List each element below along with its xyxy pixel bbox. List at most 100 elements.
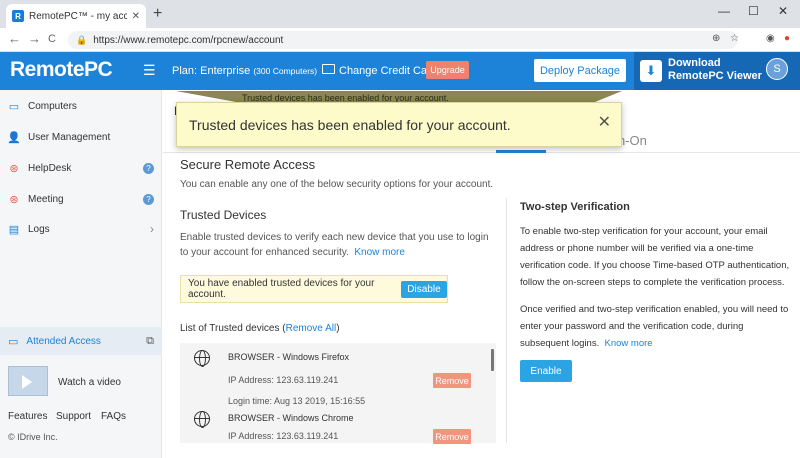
footer-link-faqs[interactable]: FAQs: [101, 411, 126, 422]
deploy-package-button[interactable]: Deploy Package: [534, 59, 626, 82]
trusted-desc-text: Enable trusted devices to verify each ne…: [180, 232, 489, 258]
tab-active-indicator[interactable]: [496, 150, 546, 153]
tab-divider: [163, 152, 800, 153]
copyright: © IDrive Inc.: [8, 432, 58, 442]
user-icon: 👤: [7, 131, 21, 144]
browser-tab[interactable]: R RemotePC™ - my account informa ✕: [6, 4, 146, 28]
plan-info: Plan: Enterprise (300 Computers): [172, 65, 317, 77]
device-login-time: Login time: Aug 13 2019, 15:16:55: [228, 396, 366, 406]
trusted-devices-title: Trusted Devices: [180, 208, 267, 222]
sidebar-item-user-management[interactable]: 👤 User Management: [7, 127, 154, 147]
remove-device-button[interactable]: Remove: [433, 373, 471, 388]
section-description: You can enable any one of the below secu…: [180, 179, 494, 190]
url-field[interactable]: 🔒 https://www.remotepc.com/rpcnew/accoun…: [68, 31, 738, 49]
remove-device-button[interactable]: Remove: [433, 429, 471, 444]
chevron-right-icon: ›: [150, 222, 154, 236]
forward-icon[interactable]: →: [28, 31, 41, 46]
extension-icon[interactable]: ●: [784, 33, 790, 44]
sidebar-item-attended-access[interactable]: ▭ Attended Access ⧉: [0, 327, 162, 355]
tab-single-sign-on[interactable]: n-On: [618, 133, 647, 148]
remotepc-logo[interactable]: RemotePC: [10, 58, 113, 82]
trusted-enabled-text: You have enabled trusted devices for you…: [188, 278, 375, 300]
profile-icon[interactable]: ◉: [766, 33, 775, 44]
trusted-enabled-notice: You have enabled trusted devices for you…: [180, 275, 448, 303]
list-title-text: List of Trusted devices (: [180, 323, 286, 334]
minimize-icon[interactable]: —: [718, 4, 730, 18]
help-icon[interactable]: ?: [143, 162, 154, 174]
download-icon: ⬇: [640, 60, 662, 82]
sidebar-item-label: Meeting: [28, 193, 64, 205]
sidebar-item-label: User Management: [28, 131, 111, 143]
download-line2: RemotePC Viewer: [668, 70, 762, 82]
device-ip: IP Address: 123.63.119.241: [228, 431, 339, 441]
sidebar-item-helpdesk[interactable]: ⊛ HelpDesk ?: [8, 158, 154, 178]
upgrade-button[interactable]: Upgrade: [426, 61, 469, 79]
sidebar-item-label: HelpDesk: [28, 162, 72, 174]
footer-link-support[interactable]: Support: [56, 411, 91, 422]
trusted-devices-description: Enable trusted devices to verify each ne…: [180, 230, 490, 260]
avatar[interactable]: S: [766, 58, 788, 80]
monitor-icon: ▭: [8, 335, 19, 348]
two-step-note: Once verified and two-step verification …: [520, 301, 792, 352]
enable-button[interactable]: Enable: [520, 360, 572, 382]
list-item: BROWSER - Windows Firefox IP Address: 12…: [194, 350, 494, 406]
sidebar-item-label: Computers: [28, 100, 77, 112]
new-tab-icon[interactable]: +: [153, 5, 162, 23]
bookmark-star-icon[interactable]: ☆: [730, 33, 739, 44]
disable-button[interactable]: Disable: [400, 280, 447, 298]
reload-icon[interactable]: C: [48, 33, 56, 45]
list-item: BROWSER - Windows Chrome IP Address: 123…: [194, 411, 494, 444]
two-step-description: To enable two-step verification for your…: [520, 226, 790, 288]
external-link-icon[interactable]: ⧉: [146, 335, 162, 348]
back-icon[interactable]: ←: [8, 31, 21, 46]
device-ip: IP Address: 123.63.119.241: [228, 375, 339, 385]
device-name: BROWSER - Windows Chrome: [228, 413, 354, 423]
list-title-end: ): [336, 323, 340, 334]
tab-close-icon[interactable]: ✕: [132, 11, 140, 22]
sidebar-item-label: Attended Access: [26, 335, 101, 347]
tab-title: RemotePC™ - my account informa: [29, 10, 127, 22]
video-thumbnail[interactable]: [8, 366, 48, 396]
toast-notification: Trusted devices has been enabled for you…: [176, 102, 622, 147]
footer-link-features[interactable]: Features: [8, 411, 47, 422]
toast-message: Trusted devices has been enabled for you…: [189, 117, 511, 133]
download-line1: Download: [668, 57, 721, 69]
credit-card-icon[interactable]: [322, 64, 335, 74]
remove-all-link[interactable]: Remove All: [286, 323, 337, 334]
device-name: BROWSER - Windows Firefox: [228, 352, 350, 362]
two-step-note-text: Once verified and two-step verification …: [520, 304, 789, 349]
download-viewer-label[interactable]: Download RemotePC Viewer: [668, 57, 762, 83]
know-more-link[interactable]: Know more: [605, 338, 653, 349]
translate-icon[interactable]: ⊕: [712, 33, 720, 44]
sidebar-item-label: Logs: [28, 223, 50, 235]
play-icon: [22, 375, 32, 389]
toast-shadow-right: [595, 91, 622, 102]
know-more-link[interactable]: Know more: [354, 247, 405, 258]
plan-label: Plan: Enterprise: [172, 65, 251, 77]
toast-shadow-left: [176, 91, 236, 102]
url-text: https://www.remotepc.com/rpcnew/account: [93, 34, 284, 46]
column-divider: [506, 198, 507, 443]
two-step-title: Two-step Verification: [520, 201, 630, 213]
sidebar-item-computers[interactable]: ▭ Computers: [8, 96, 154, 116]
lock-icon: 🔒: [76, 34, 88, 45]
sidebar-item-meeting[interactable]: ⊛ Meeting ?: [8, 189, 154, 209]
plan-detail: (300 Computers): [253, 66, 318, 76]
close-icon[interactable]: ✕: [598, 112, 611, 132]
remotepc-favicon-icon: R: [12, 10, 24, 22]
help-icon[interactable]: ?: [143, 193, 154, 205]
change-credit-card-link[interactable]: Change Credit Card: [339, 65, 437, 77]
globe-icon: [194, 411, 210, 428]
watch-video-link[interactable]: Watch a video: [58, 377, 121, 388]
computer-icon: ▭: [8, 100, 20, 113]
section-title: Secure Remote Access: [180, 157, 316, 172]
trusted-list-title: List of Trusted devices (Remove All): [180, 323, 340, 334]
lifebuoy-icon: ⊛: [9, 162, 19, 175]
maximize-icon[interactable]: ☐: [748, 4, 759, 18]
meeting-icon: ⊛: [9, 193, 19, 206]
logs-icon: ▤: [8, 223, 20, 236]
menu-icon[interactable]: ☰: [143, 62, 156, 79]
sidebar-item-logs[interactable]: ▤ Logs ›: [8, 219, 154, 239]
globe-icon: [194, 350, 210, 367]
window-close-icon[interactable]: ✕: [778, 4, 788, 18]
